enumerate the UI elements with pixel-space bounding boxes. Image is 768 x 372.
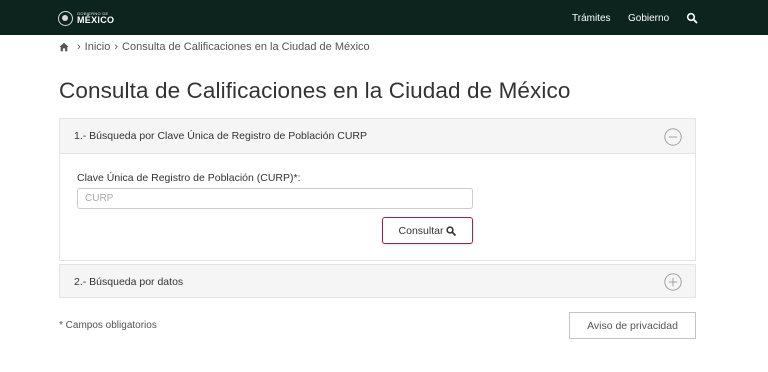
curp-input[interactable] [77,188,473,209]
nav-link-gobierno[interactable]: Gobierno [628,13,669,24]
search-icon [446,225,457,236]
breadcrumb-separator: › [77,41,81,53]
page-title: Consulta de Calificaciones en la Ciudad … [59,78,571,103]
logo-text: Gobierno de MÉXICO [77,11,115,25]
home-icon[interactable] [59,42,69,52]
consultar-button[interactable]: Consultar [382,217,473,244]
coat-of-arms-icon [58,10,73,26]
minus-circle-icon[interactable] [664,128,682,146]
privacy-notice-label: Aviso de privacidad [587,319,678,332]
nav-link-tramites[interactable]: Trámites [572,13,611,24]
breadcrumb: › Inicio › Consulta de Calificaciones en… [59,41,370,53]
breadcrumb-current: Consulta de Calificaciones en la Ciudad … [122,41,370,53]
breadcrumb-separator: › [114,41,119,53]
curp-field-label: Clave Única de Registro de Población (CU… [77,172,301,184]
panel-curp-header[interactable]: 1.- Búsqueda por Clave Única de Registro… [60,119,695,154]
panel-curp-search: 1.- Búsqueda por Clave Única de Registro… [59,118,696,261]
panel-curp-title: 1.- Búsqueda por Clave Única de Registro… [74,130,367,142]
consultar-button-label: Consultar [398,224,444,237]
required-fields-note: * Campos obligatorios [59,320,157,331]
logo-big-text: MÉXICO [77,14,115,25]
search-icon[interactable] [686,12,698,24]
panel-datos-title: 2.- Búsqueda por datos [74,276,184,288]
breadcrumb-link-inicio[interactable]: Inicio [85,41,111,53]
privacy-notice-button[interactable]: Aviso de privacidad [569,312,696,339]
panel-datos-search[interactable]: 2.- Búsqueda por datos [59,264,696,298]
top-navbar: Gobierno de MÉXICO Trámites Gobierno [0,0,768,35]
plus-circle-icon[interactable] [664,273,682,291]
gobierno-mexico-logo[interactable]: Gobierno de MÉXICO [58,10,114,26]
